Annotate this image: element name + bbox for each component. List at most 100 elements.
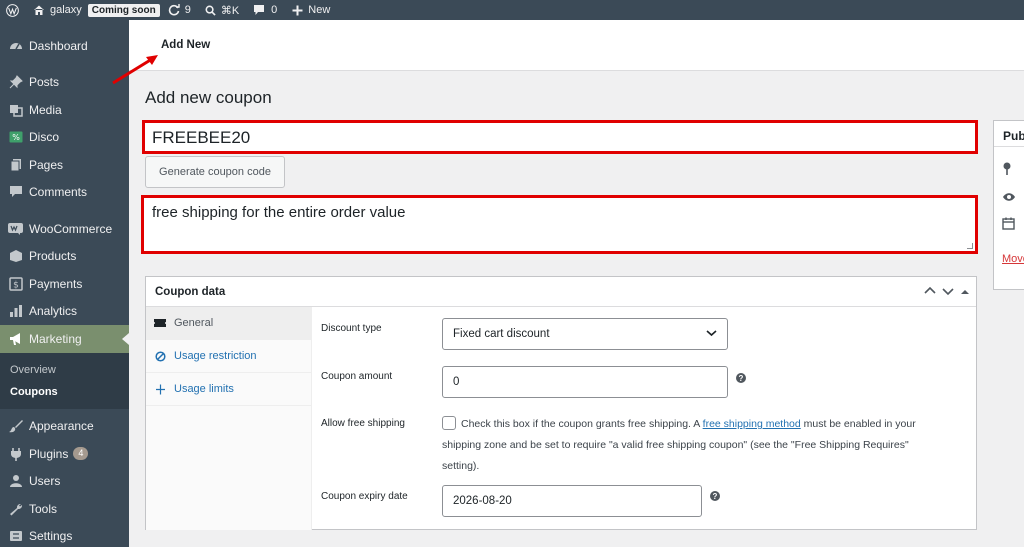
publish-title: Publish (1003, 129, 1024, 143)
tab-label: Usage restriction (174, 350, 257, 362)
sidebar-item-label: Payments (29, 276, 83, 291)
tab-label: Usage limits (174, 383, 234, 395)
submenu-item-coupons[interactable]: Coupons (0, 381, 129, 403)
pages-icon (8, 157, 23, 172)
payments-icon: $ (8, 276, 23, 291)
sidebar-item-comments[interactable]: Comments (0, 179, 129, 207)
coupon-data-tabs: General Usage restriction Usage limits (146, 307, 312, 530)
submenu-item-overview[interactable]: Overview (0, 359, 129, 381)
free-shipping-description: Check this box if the coupon grants free… (442, 414, 932, 477)
help-tip-icon[interactable]: ? (736, 373, 746, 383)
sidebar-item-marketing[interactable]: Marketing (0, 325, 129, 353)
svg-text:$: $ (13, 280, 19, 290)
ticket-icon (154, 317, 166, 329)
coupon-description-textarea[interactable]: free shipping for the entire order value (141, 195, 978, 254)
refresh-icon (168, 4, 180, 16)
help-tip-icon[interactable]: ? (710, 491, 720, 501)
discount-type-value: Fixed cart discount (453, 328, 550, 340)
sidebar-item-pages[interactable]: Pages (0, 151, 129, 179)
new-label: New (308, 4, 331, 16)
dashboard-icon (8, 38, 23, 53)
sidebar-item-label: Posts (29, 75, 60, 90)
command-palette-link[interactable]: ⌘K (205, 0, 239, 20)
sidebar-item-woocommerce[interactable]: WooCommerce (0, 215, 129, 243)
tab-general[interactable]: General (146, 307, 311, 340)
disco-icon: % (8, 130, 23, 145)
sidebar-item-label: Comments (29, 185, 88, 200)
sidebar-item-disco[interactable]: % Disco (0, 124, 129, 152)
tab-add-new[interactable]: Add New (161, 39, 210, 51)
resize-handle-icon[interactable] (967, 243, 973, 249)
free-shipping-method-link[interactable]: free shipping method (703, 418, 801, 430)
publish-box: Publish Move to Trash (993, 120, 1024, 290)
brush-icon (8, 419, 23, 434)
coupon-code-input[interactable]: FREEBEE20 (142, 120, 978, 154)
site-name: galaxy (50, 4, 82, 16)
visibility-eye-icon (1002, 189, 1024, 205)
chevron-down-icon (706, 328, 717, 340)
sidebar-item-settings[interactable]: Settings (0, 523, 129, 547)
sidebar-item-label: Marketing (29, 331, 82, 346)
sidebar-item-label: Tools (29, 501, 58, 516)
wordpress-logo-icon[interactable] (6, 0, 19, 20)
tab-usage-restriction[interactable]: Usage restriction (146, 340, 311, 373)
sidebar-item-users[interactable]: Users (0, 468, 129, 496)
sidebar-item-media[interactable]: Media (0, 96, 129, 124)
sidebar-item-label: Analytics (29, 304, 78, 319)
discount-type-select[interactable]: Fixed cart discount (442, 318, 728, 350)
generate-coupon-code-button[interactable]: Generate coupon code (145, 156, 285, 188)
site-home-link[interactable]: galaxy (33, 0, 82, 20)
collapse-toggle-icon[interactable] (960, 284, 970, 299)
expiry-date-input[interactable]: 2026-08-20 (442, 485, 702, 517)
sidebar-item-label: Settings (29, 529, 73, 544)
updates-link[interactable]: 9 (168, 0, 191, 20)
move-to-trash-link[interactable]: Move to Trash (1002, 253, 1024, 265)
sidebar-item-products[interactable]: Products (0, 243, 129, 271)
page-header: Add New (129, 20, 1024, 71)
pin-icon (8, 75, 23, 90)
comments-link[interactable]: 0 (253, 0, 277, 20)
admin-sidebar: Dashboard Posts Media % Disco Pages Comm… (0, 20, 129, 547)
marketing-submenu: Overview Coupons (0, 352, 129, 409)
analytics-icon (8, 304, 23, 319)
sidebar-item-payments[interactable]: $ Payments (0, 270, 129, 298)
updates-count: 9 (184, 4, 191, 16)
sidebar-item-label: Users (29, 474, 61, 489)
status-pin-icon (1002, 161, 1024, 177)
expiry-date-label: Coupon expiry date (321, 491, 408, 502)
coming-soon-badge[interactable]: Coming soon (87, 3, 160, 17)
sidebar-item-analytics[interactable]: Analytics (0, 298, 129, 326)
plus-icon (292, 5, 303, 16)
home-icon (33, 4, 45, 16)
tab-usage-limits[interactable]: Usage limits (146, 373, 311, 406)
discount-type-label: Discount type (321, 323, 382, 334)
comments-count: 0 (271, 4, 278, 16)
plugins-update-badge: 4 (73, 447, 89, 461)
sidebar-item-appearance[interactable]: Appearance (0, 413, 129, 441)
sidebar-item-tools[interactable]: Tools (0, 495, 129, 523)
free-shipping-text-before: Check this box if the coupon grants free… (461, 418, 703, 430)
coupon-amount-input[interactable]: 0 (442, 366, 728, 398)
coupon-data-heading: Coupon data (146, 277, 976, 307)
move-up-icon[interactable] (924, 284, 936, 299)
woo-icon (8, 221, 23, 236)
coupon-amount-label: Coupon amount (321, 371, 393, 382)
plugin-icon (8, 446, 23, 461)
admin-bar: galaxy Coming soon 9 ⌘K 0 New (0, 0, 1024, 20)
coupon-data-panel: Coupon data General Usage restriction Us… (145, 276, 977, 530)
coupon-description-text: free shipping for the entire order value (152, 204, 406, 221)
sidebar-item-label: Products (29, 249, 77, 264)
media-icon (8, 102, 23, 117)
calendar-icon (1002, 215, 1024, 231)
sidebar-item-label: Disco (29, 130, 60, 145)
new-content-link[interactable]: New (292, 0, 330, 20)
free-shipping-label: Allow free shipping (321, 418, 405, 429)
sidebar-item-label: WooCommerce (29, 221, 113, 236)
sidebar-item-plugins[interactable]: Plugins 4 (0, 440, 129, 468)
wrench-icon (8, 501, 23, 516)
sidebar-item-label: Plugins (29, 446, 69, 461)
page-title: Add new coupon (145, 88, 272, 107)
publish-divider (994, 146, 1024, 147)
search-icon (205, 5, 216, 16)
move-down-icon[interactable] (942, 284, 954, 299)
